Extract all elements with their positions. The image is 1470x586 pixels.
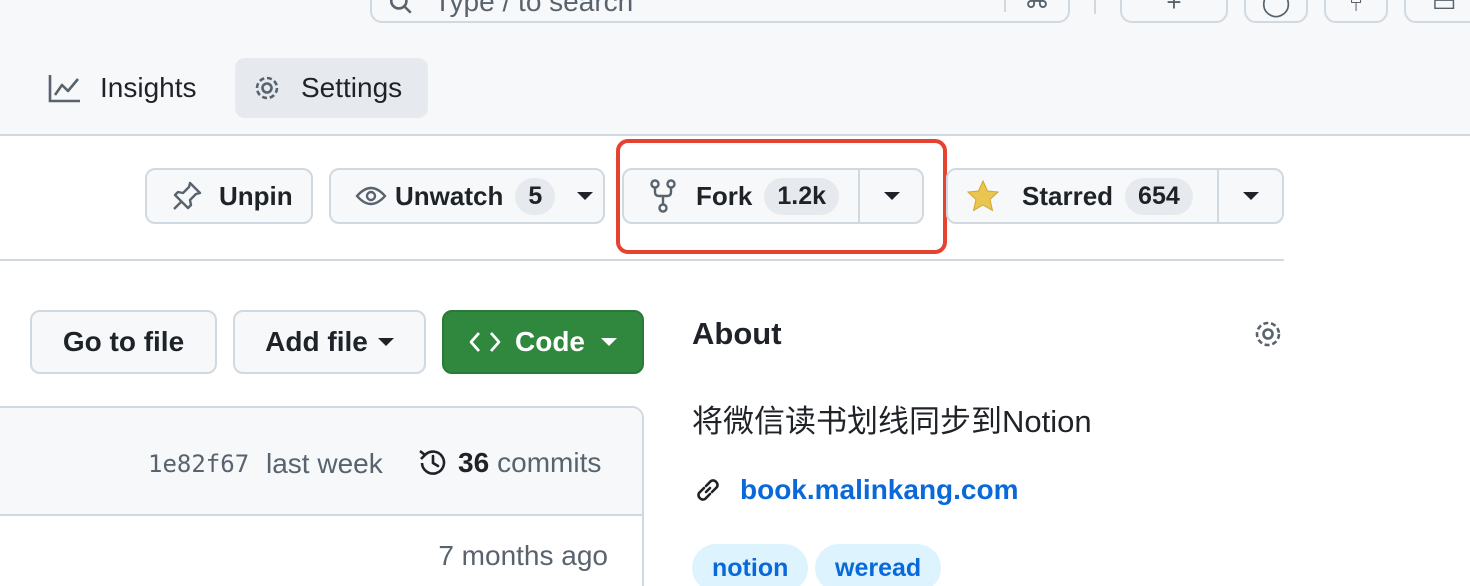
gear-icon[interactable] bbox=[1252, 318, 1284, 350]
section-divider bbox=[0, 259, 1284, 261]
repo-description: 将微信读书划线同步到Notion bbox=[692, 404, 1092, 439]
tab-insights[interactable]: Insights bbox=[32, 58, 213, 118]
starred-button-group: Starred 654 bbox=[946, 168, 1284, 224]
website-link[interactable]: book.malinkang.com bbox=[740, 474, 1019, 506]
code-label: Code bbox=[515, 326, 585, 357]
inbox-button[interactable]: ▭ bbox=[1404, 0, 1470, 23]
fork-highlight-box bbox=[616, 139, 947, 254]
website-row: book.malinkang.com bbox=[692, 474, 1019, 506]
commit-sha[interactable]: 1e82f67 bbox=[148, 450, 249, 478]
chevron-down-icon bbox=[601, 338, 617, 346]
graph-icon bbox=[48, 75, 80, 103]
unwatch-label: Unwatch bbox=[395, 180, 504, 211]
commits-label: commits bbox=[497, 447, 602, 478]
code-icon bbox=[469, 332, 501, 352]
create-new-button[interactable]: + bbox=[1120, 0, 1228, 23]
commits-link[interactable]: 36 commits bbox=[416, 446, 601, 480]
add-file-button[interactable]: Add file bbox=[233, 310, 426, 374]
watch-counter: 5 bbox=[515, 177, 556, 215]
search-input[interactable]: Type / to search ⌘ bbox=[370, 0, 1070, 23]
command-palette-icon[interactable]: ⌘ bbox=[1024, 0, 1050, 15]
issues-icon: ◯ bbox=[1261, 0, 1291, 17]
unwatch-button[interactable]: Unwatch 5 bbox=[329, 168, 605, 224]
search-placeholder: Type / to search bbox=[434, 0, 634, 17]
issues-button[interactable]: ◯ bbox=[1244, 0, 1308, 23]
star-counter: 654 bbox=[1125, 177, 1193, 215]
chevron-down-icon bbox=[377, 338, 394, 346]
pull-requests-button[interactable]: ⑂ bbox=[1324, 0, 1388, 23]
pull-request-icon: ⑂ bbox=[1348, 0, 1364, 17]
unpin-label: Unpin bbox=[219, 180, 293, 211]
topic-tag-notion[interactable]: notion bbox=[692, 544, 809, 586]
star-filled-icon bbox=[966, 180, 1000, 212]
history-icon bbox=[419, 449, 446, 475]
search-icon bbox=[389, 0, 412, 14]
plus-icon: + bbox=[1166, 0, 1182, 17]
starred-button[interactable]: Starred 654 bbox=[948, 170, 1218, 222]
code-button[interactable]: Code bbox=[442, 310, 644, 374]
tab-settings-label: Settings bbox=[301, 72, 403, 103]
star-dropdown-button[interactable] bbox=[1219, 170, 1282, 222]
file-list: 1e82f67 last week 36 commits 7 months ag… bbox=[0, 406, 644, 586]
tab-insights-label: Insights bbox=[100, 72, 197, 103]
chevron-down-icon bbox=[1242, 192, 1259, 200]
eye-icon bbox=[355, 186, 387, 206]
latest-commit-bar: 1e82f67 last week 36 commits bbox=[0, 408, 642, 516]
inbox-icon: ▭ bbox=[1431, 0, 1457, 17]
starred-label: Starred bbox=[1022, 180, 1114, 211]
search-divider bbox=[1004, 0, 1006, 12]
commit-count: 36 bbox=[458, 447, 490, 478]
tab-settings[interactable]: Settings bbox=[235, 58, 428, 118]
topic-tag-weread[interactable]: weread bbox=[815, 544, 942, 586]
about-heading: About bbox=[692, 316, 782, 351]
commit-time: last week bbox=[266, 448, 383, 479]
pin-icon bbox=[173, 181, 202, 210]
gear-icon bbox=[255, 76, 279, 100]
link-icon bbox=[697, 479, 719, 501]
unpin-button[interactable]: Unpin bbox=[145, 168, 313, 224]
go-to-file-label: Go to file bbox=[62, 326, 185, 357]
go-to-file-button[interactable]: Go to file bbox=[30, 310, 217, 374]
file-row-time: 7 months ago bbox=[438, 540, 608, 571]
chevron-down-icon bbox=[577, 192, 594, 200]
header-divider bbox=[1094, 0, 1096, 14]
add-file-label: Add file bbox=[265, 326, 368, 357]
